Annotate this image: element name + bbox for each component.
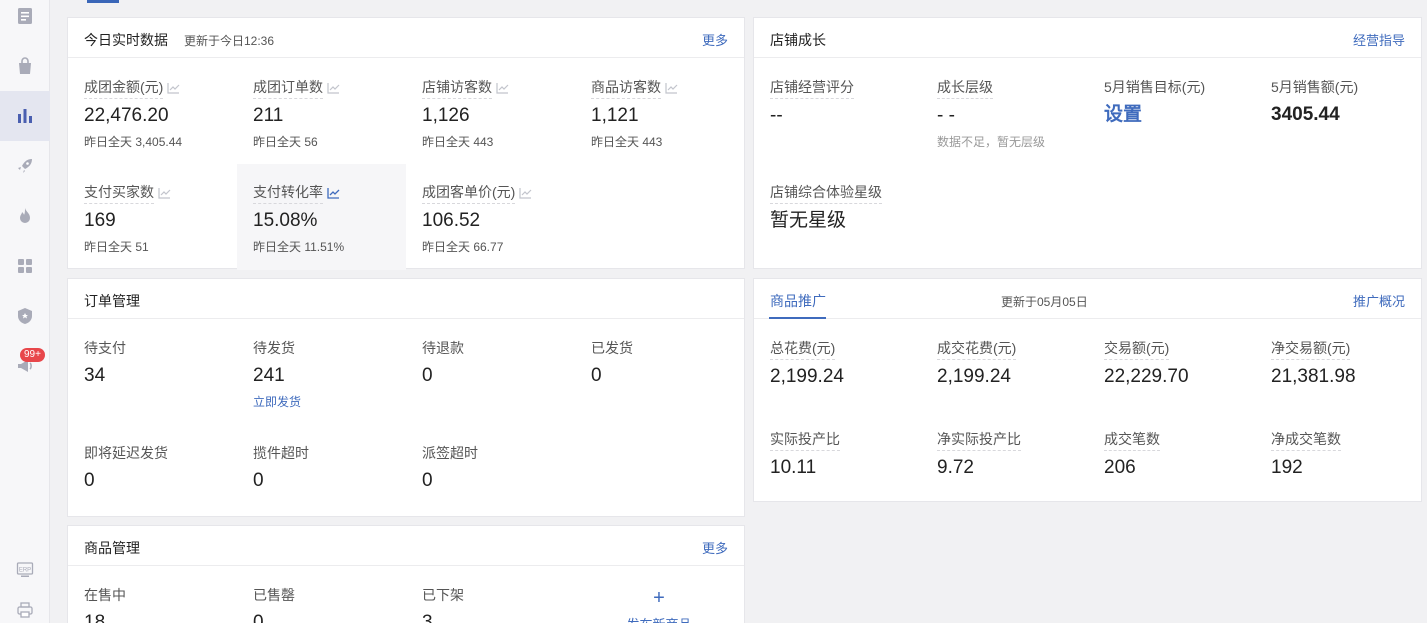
- metric-pending-shipment[interactable]: 待发货 241 立即发货: [253, 339, 301, 410]
- metric-pending-refund[interactable]: 待退款 0: [422, 339, 464, 387]
- metric-pickup-timeout[interactable]: 揽件超时 0: [253, 444, 309, 492]
- active-tab-indicator: [87, 0, 119, 3]
- sidebar-item-data[interactable]: [0, 91, 50, 141]
- metric-goods-visitors[interactable]: 商品访客数 1,121 昨日全天 443: [591, 78, 678, 150]
- sidebar-item-apps[interactable]: [0, 241, 50, 291]
- metric-sales-target: 5月销售目标(元) 设置: [1104, 79, 1206, 126]
- metric-orders[interactable]: 成团订单数 211 昨日全天 56: [253, 78, 340, 150]
- metric-avg-order-value[interactable]: 成团客单价(元) 106.52 昨日全天 66.77: [422, 183, 532, 255]
- update-time: 更新于今日12:36: [184, 34, 275, 48]
- grid-icon: [18, 259, 32, 273]
- update-time: 更新于05月05日: [1001, 295, 1088, 309]
- sidebar-item-print[interactable]: [0, 585, 50, 623]
- metric-conversion-rate[interactable]: 支付转化率 15.08% 昨日全天 11.51%: [253, 183, 344, 255]
- publish-new-goods-button[interactable]: + 发布新商品: [624, 588, 694, 623]
- ship-now-link[interactable]: 立即发货: [253, 393, 301, 410]
- promotion-overview-link[interactable]: 推广概况: [1353, 291, 1405, 310]
- printer-icon: [17, 602, 33, 618]
- more-link[interactable]: 更多: [702, 538, 728, 557]
- flame-icon: [20, 208, 30, 223]
- store-growth-card: 店铺成长 经营指导 店铺经营评分 -- 成长层级 - - 数据不足，暂无层级 5…: [753, 17, 1422, 269]
- trend-chart-icon-active[interactable]: [327, 187, 340, 199]
- metric-total-spend: 总花费(元) 2,199.24: [770, 340, 844, 387]
- sidebar-item-goods[interactable]: [0, 41, 50, 91]
- metric-store-score: 店铺经营评分 --: [770, 79, 854, 126]
- svg-text:ERP: ERP: [19, 567, 31, 573]
- metric-experience-stars: 店铺综合体验星级 暂无星级: [770, 184, 882, 231]
- order-management-card: 订单管理 待支付 34 待发货 241 立即发货 待退款 0 已发货 0 即将延…: [67, 278, 745, 517]
- metric-delisted[interactable]: 已下架 3: [422, 586, 464, 623]
- metric-on-sale[interactable]: 在售中 18: [84, 586, 126, 623]
- trend-chart-icon[interactable]: [167, 82, 180, 94]
- metric-sold-out[interactable]: 已售罄 0: [253, 586, 295, 623]
- metric-store-visitors[interactable]: 店铺访客数 1,126 昨日全天 443: [422, 78, 509, 150]
- bar-chart-icon: [18, 109, 32, 123]
- metric-paying-buyers[interactable]: 支付买家数 169 昨日全天 51: [84, 183, 171, 255]
- card-title: 商品管理: [84, 540, 140, 556]
- metric-growth-level: 成长层级 - - 数据不足，暂无层级: [937, 79, 1046, 149]
- rocket-icon: [18, 159, 32, 173]
- shopping-bag-icon: [19, 57, 31, 74]
- goods-promotion-card: 商品推广 更新于05月05日 推广概况 总花费(元) 2,199.24 成交花费…: [753, 278, 1422, 502]
- metric-deal-count: 成交笔数 206: [1104, 431, 1160, 478]
- sidebar-item-promotion[interactable]: [0, 141, 50, 191]
- metric-transaction-amount: 交易额(元) 22,229.70: [1104, 340, 1189, 387]
- business-guide-link[interactable]: 经营指导: [1353, 30, 1405, 49]
- metric-delay-soon[interactable]: 即将延迟发货 0: [84, 444, 168, 492]
- set-target-button[interactable]: 设置: [1104, 104, 1205, 126]
- trend-chart-icon[interactable]: [665, 82, 678, 94]
- plus-icon: +: [653, 587, 665, 609]
- document-icon: [18, 8, 32, 24]
- metric-pending-payment[interactable]: 待支付 34: [84, 339, 126, 387]
- trend-chart-icon[interactable]: [327, 82, 340, 94]
- metric-net-deal-count: 净成交笔数 192: [1271, 431, 1341, 478]
- metric-roi: 实际投产比 10.11: [770, 431, 840, 478]
- notification-badge: 99+: [20, 348, 45, 362]
- sidebar: 99+ ERP: [0, 0, 50, 623]
- more-link[interactable]: 更多: [702, 30, 728, 49]
- metric-net-roi: 净实际投产比 9.72: [937, 431, 1021, 478]
- trend-chart-icon[interactable]: [158, 187, 171, 199]
- erp-icon: ERP: [16, 562, 34, 577]
- trend-chart-icon[interactable]: [519, 187, 532, 199]
- trend-chart-icon[interactable]: [496, 82, 509, 94]
- sidebar-item-activity[interactable]: [0, 191, 50, 241]
- shield-icon: [18, 308, 32, 324]
- metric-delivery-timeout[interactable]: 派签超时 0: [422, 444, 478, 492]
- metric-net-transaction-amount: 净交易额(元) 21,381.98: [1271, 340, 1356, 387]
- card-title: 订单管理: [84, 293, 140, 309]
- tab-goods-promotion[interactable]: 商品推广: [770, 291, 826, 311]
- realtime-data-card: 今日实时数据 更新于今日12:36 更多 成团金额(元) 22,476.20 昨…: [67, 17, 745, 270]
- metric-gmv[interactable]: 成团金额(元) 22,476.20 昨日全天 3,405.44: [84, 78, 182, 150]
- sidebar-item-document[interactable]: [0, 0, 50, 41]
- sidebar-item-security[interactable]: [0, 291, 50, 341]
- card-title: 今日实时数据: [84, 32, 168, 48]
- metric-shipped[interactable]: 已发货 0: [591, 339, 633, 387]
- goods-management-card: 商品管理 更多 在售中 18 已售罄 0 已下架 3 + 发布新商品: [67, 525, 745, 623]
- card-title: 店铺成长: [770, 32, 826, 48]
- metric-monthly-sales: 5月销售额(元) 3405.44: [1271, 79, 1359, 125]
- tab-underline: [769, 317, 826, 319]
- metric-deal-spend: 成交花费(元) 2,199.24: [937, 340, 1017, 387]
